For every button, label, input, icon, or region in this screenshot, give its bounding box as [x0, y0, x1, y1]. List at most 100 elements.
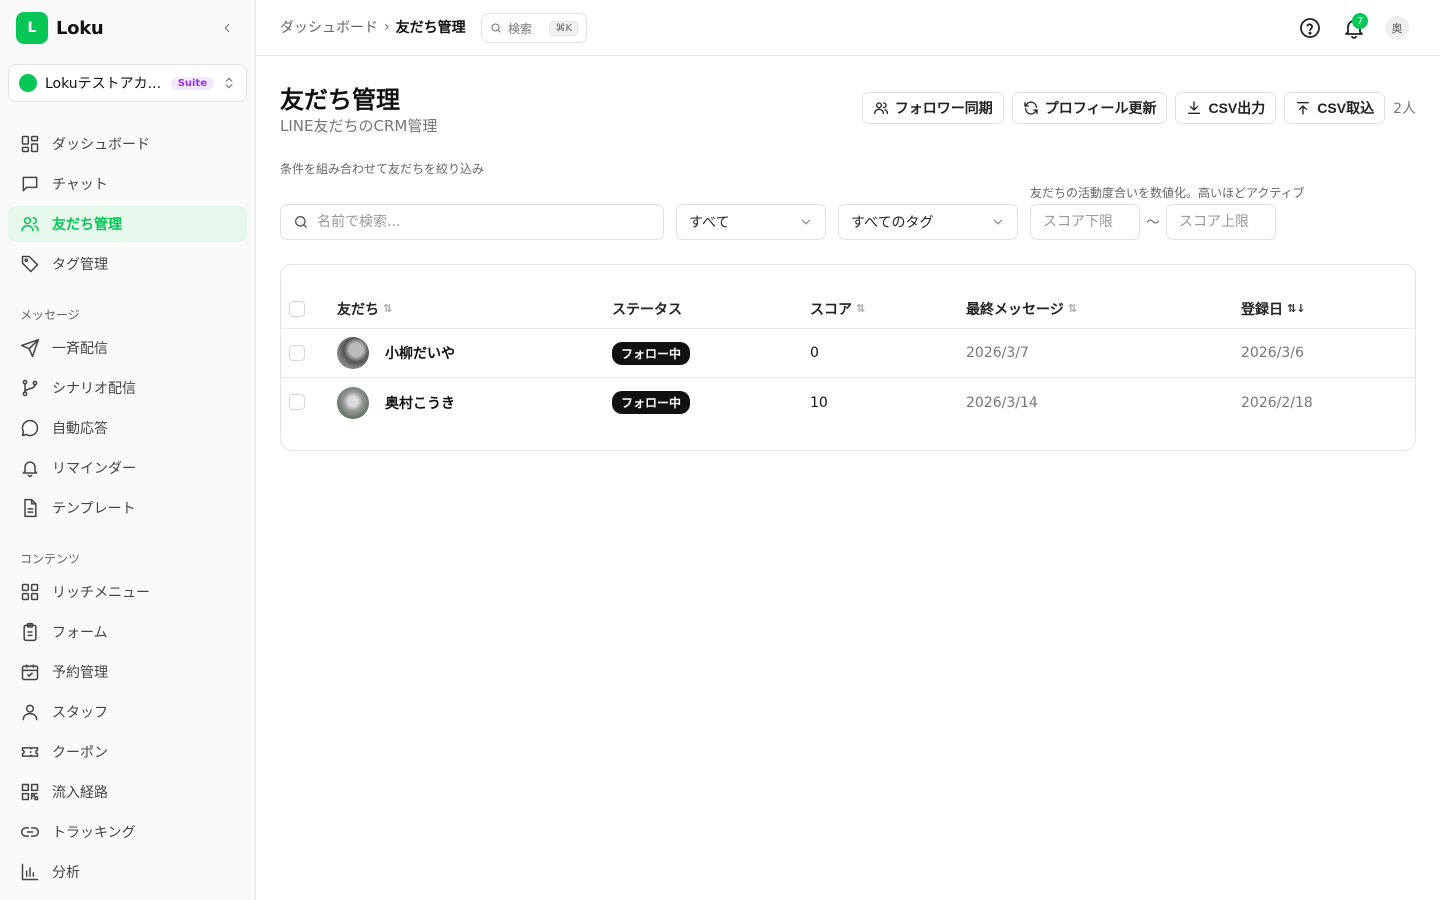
shortcut-hint: ⌘K — [549, 20, 578, 36]
sidebar-item-dashboard[interactable]: ダッシュボード — [8, 126, 247, 162]
table-row[interactable]: 奥村こうき フォロー中 10 2026/3/14 2026/2/18 — [281, 378, 1415, 427]
sidebar-item-friends[interactable]: 友だち管理 — [8, 206, 247, 242]
sidebar-item-tags[interactable]: タグ管理 — [8, 246, 247, 282]
sync-followers-button[interactable]: フォロワー同期 — [861, 92, 1004, 124]
breadcrumb-dashboard[interactable]: ダッシュボード — [280, 17, 378, 37]
sidebar-item-label: 一斉配信 — [52, 341, 108, 357]
friend-avatar — [337, 386, 369, 419]
sidebar-item-inflow[interactable]: 流入経路 — [8, 774, 247, 810]
column-header-friend[interactable]: 友だち ⇅ — [337, 299, 392, 319]
sidebar-item-tracking[interactable]: トラッキング — [8, 814, 247, 850]
sidebar-item-analytics[interactable]: 分析 — [8, 854, 247, 890]
table-header-row: 友だち ⇅ ステータス スコア ⇅ 最終メッセージ ⇅ 登録日 ⇅↓ — [281, 289, 1415, 329]
last-message-cell: 2026/3/7 — [966, 345, 1029, 361]
refresh-profile-button[interactable]: プロフィール更新 — [1011, 92, 1168, 124]
csv-export-label: CSV出力 — [1208, 100, 1266, 116]
sort-desc-icon: ⇅↓ — [1287, 302, 1306, 315]
sidebar-item-label: シナリオ配信 — [52, 381, 136, 397]
status-cell: フォロー中 — [612, 391, 691, 414]
status-badge: フォロー中 — [612, 391, 691, 414]
sidebar-item-template[interactable]: テンプレート — [8, 490, 247, 526]
column-header-label: 登録日 — [1241, 301, 1283, 318]
column-header-label: スコア — [810, 301, 852, 318]
account-switcher[interactable]: Lokuテストアカ... Suite — [8, 64, 247, 102]
csv-export-button[interactable]: CSV出力 — [1175, 92, 1277, 124]
score-min-input[interactable] — [1030, 204, 1140, 240]
filter-hint: 条件を組み合わせて友だちを絞り込み — [280, 162, 485, 176]
select-all-checkbox[interactable] — [289, 301, 305, 317]
score-hint: 友だちの活動度合いを数値化。高いほどアクティブ — [1030, 186, 1305, 200]
file-text-icon — [24, 498, 37, 518]
brand-name: Loku — [56, 17, 104, 39]
user-icon — [22, 704, 38, 721]
sidebar-item-rich-menu[interactable]: リッチメニュー — [8, 574, 247, 610]
calendar-check-icon — [21, 664, 39, 681]
sidebar-item-label: ダッシュボード — [52, 137, 150, 153]
sidebar-item-coupon[interactable]: クーポン — [8, 734, 247, 770]
collapse-sidebar-button[interactable] — [216, 17, 238, 39]
friend-name[interactable]: 奥村こうき — [385, 393, 455, 413]
sidebar-item-staff[interactable]: スタッフ — [8, 694, 247, 730]
score-cell: 10 — [810, 394, 828, 411]
table-row[interactable]: 小柳だいや フォロー中 0 2026/3/7 2026/3/6 — [281, 329, 1415, 378]
nav-section-content: コンテンツ — [20, 552, 81, 566]
sidebar-item-chat[interactable]: チャット — [8, 166, 247, 202]
sidebar-item-form[interactable]: フォーム — [8, 614, 247, 650]
tag-filter-value: すべてのタグ — [851, 215, 934, 231]
tag-filter-select[interactable]: すべてのタグ — [838, 204, 1018, 240]
friend-name[interactable]: 小柳だいや — [385, 343, 455, 363]
breadcrumb: ダッシュボード › 友だち管理 — [280, 17, 466, 37]
brand[interactable]: L Loku — [16, 12, 104, 44]
sidebar-item-label: 分析 — [52, 865, 80, 881]
breadcrumb-current: 友だち管理 — [395, 20, 466, 36]
registered-cell: 2026/3/6 — [1241, 345, 1304, 361]
last-message-cell: 2026/3/14 — [966, 394, 1038, 411]
sort-icon: ⇅ — [1067, 302, 1077, 315]
notification-count-badge: 7 — [1352, 13, 1368, 29]
friends-table: 友だち ⇅ ステータス スコア ⇅ 最終メッセージ ⇅ 登録日 ⇅↓ 小柳だいや… — [280, 264, 1416, 451]
branch-icon — [22, 379, 38, 397]
column-header-status: ステータス — [612, 299, 682, 319]
sidebar: L Loku Lokuテストアカ... Suite ダッシュボード チャット 友… — [0, 0, 256, 900]
sidebar-item-reservation[interactable]: 予約管理 — [8, 654, 247, 690]
friend-cell: 小柳だいや — [337, 337, 455, 369]
link-icon — [20, 827, 40, 837]
column-header-registered[interactable]: 登録日 ⇅↓ — [1241, 299, 1305, 319]
help-button[interactable] — [1298, 16, 1322, 40]
chevron-down-icon — [801, 219, 811, 225]
sidebar-item-reminder[interactable]: リマインダー — [8, 450, 247, 486]
score-max-input[interactable] — [1166, 204, 1276, 240]
page-actions: フォロワー同期 プロフィール更新 CSV出力 CSV取込 2人 — [861, 92, 1416, 124]
page-subtitle: LINE友だちのCRM管理 — [280, 117, 438, 135]
ticket-icon — [21, 747, 39, 757]
sidebar-item-label: リマインダー — [52, 461, 136, 477]
user-avatar[interactable]: 奥 — [1385, 16, 1409, 40]
status-filter-select[interactable]: すべて — [676, 204, 826, 240]
column-header-last-message[interactable]: 最終メッセージ ⇅ — [966, 299, 1077, 319]
sidebar-item-auto-reply[interactable]: 自動応答 — [8, 410, 247, 446]
sidebar-item-broadcast[interactable]: 一斉配信 — [8, 330, 247, 366]
grid-icon — [21, 583, 39, 601]
sidebar-item-label: チャット — [52, 177, 108, 193]
refresh-icon — [1024, 101, 1038, 115]
name-search-input[interactable] — [317, 214, 637, 230]
column-header-score[interactable]: スコア ⇅ — [810, 299, 865, 319]
clipboard-icon — [23, 622, 37, 642]
bar-chart-icon — [21, 863, 39, 881]
row-checkbox[interactable] — [289, 345, 305, 361]
sidebar-item-label: クーポン — [52, 745, 108, 761]
breadcrumb-separator: › — [384, 19, 390, 35]
users-icon — [21, 217, 39, 232]
sidebar-item-label: 予約管理 — [52, 665, 108, 681]
csv-import-button[interactable]: CSV取込 — [1284, 92, 1386, 124]
friend-avatar — [337, 337, 369, 369]
tag-icon — [21, 255, 39, 273]
chevron-left-icon — [224, 23, 230, 33]
help-circle-icon — [1300, 18, 1320, 38]
sync-followers-label: フォロワー同期 — [894, 100, 993, 116]
status-filter-value: すべて — [689, 215, 730, 231]
row-checkbox[interactable] — [289, 394, 305, 410]
sidebar-item-label: フォーム — [52, 625, 108, 641]
global-search-button[interactable]: 検索 ⌘K — [481, 13, 587, 43]
sidebar-item-scenario[interactable]: シナリオ配信 — [8, 370, 247, 406]
